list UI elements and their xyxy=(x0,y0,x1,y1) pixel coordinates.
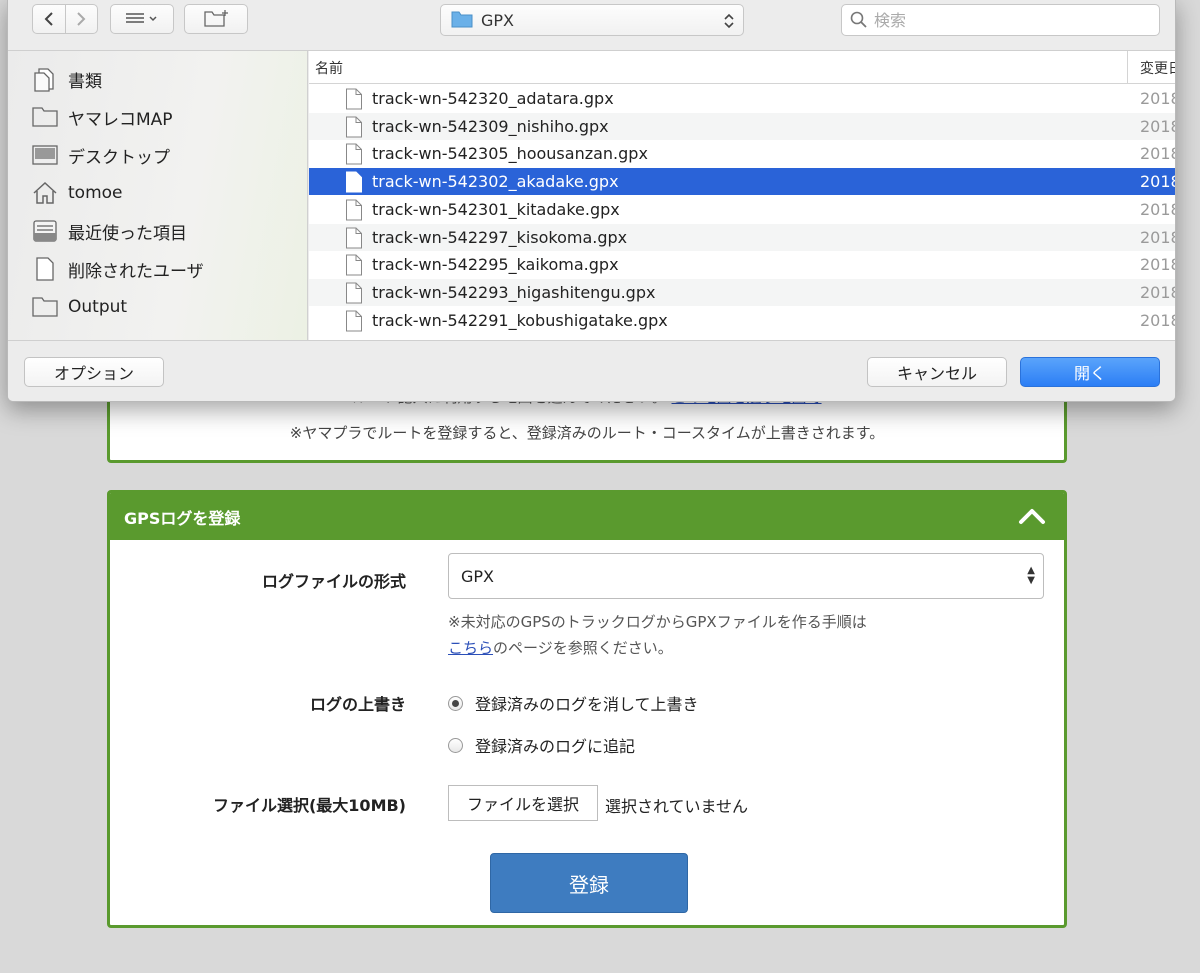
radio-overwrite[interactable]: 登録済みのログを消して上書き xyxy=(448,691,699,715)
list-view-icon xyxy=(126,13,157,23)
file-name: track-wn-542320_adatara.gpx xyxy=(372,89,614,108)
dialog-toolbar: GPX xyxy=(8,0,1175,51)
file-name: track-wn-542305_hoousanzan.gpx xyxy=(372,144,648,164)
back-button[interactable] xyxy=(33,5,65,33)
format-help-text: ※未対応のGPSのトラックログからGPXファイルを作る手順は こちらのページを参… xyxy=(448,613,867,657)
file-name: track-wn-542293_higashitengu.gpx xyxy=(372,282,656,302)
overwrite-label: ログの上書き xyxy=(309,695,406,714)
gps-panel-title: GPSログを登録 xyxy=(124,508,241,528)
file-date: 2018 xyxy=(1140,172,1175,192)
submit-button[interactable]: 登録 xyxy=(490,853,688,913)
file-icon xyxy=(346,143,362,165)
radio-append[interactable]: 登録済みのログに追記 xyxy=(448,733,635,757)
dialog-sidebar: 書類 ヤマレコMAP デスクトップ tomoe 最近使った項目 削除されたユーザ… xyxy=(8,51,308,340)
search-icon xyxy=(850,11,867,28)
view-mode-button[interactable] xyxy=(110,4,174,34)
file-row[interactable]: track-wn-542295_kaikoma.gpx 2018 xyxy=(309,251,1175,278)
file-icon xyxy=(346,310,362,332)
chevron-left-icon xyxy=(44,12,53,26)
home-icon xyxy=(33,181,57,204)
gps-log-panel: GPSログを登録 ログファイルの形式 GPX ▲ ▼ ※未対応のGPSのトラックロ… xyxy=(107,490,1067,928)
file-row[interactable]: track-wn-542309_nishiho.gpx 2018 xyxy=(309,112,1175,140)
document-icon xyxy=(36,257,54,281)
new-folder-button[interactable] xyxy=(184,4,248,34)
file-row[interactable]: track-wn-542320_adatara.gpx 2018 xyxy=(309,85,1175,112)
desktop-icon xyxy=(32,145,58,165)
updown-arrows-icon: ▲ ▼ xyxy=(1027,565,1035,586)
log-format-select[interactable]: GPX ▲ ▼ xyxy=(448,553,1044,599)
radio-overwrite-control[interactable] xyxy=(448,695,463,711)
file-name: track-wn-542302_akadake.gpx xyxy=(372,172,619,192)
file-select-label: ファイル選択(最大10MB) xyxy=(212,796,406,815)
file-name: track-wn-542291_kobushigatake.gpx xyxy=(372,310,668,330)
file-row[interactable]: track-wn-542301_kitadake.gpx 2018 xyxy=(309,196,1175,223)
file-status-text: 選択されていません xyxy=(605,797,749,816)
dialog-footer: オプション キャンセル 開く xyxy=(8,340,1175,401)
file-date: 2018 xyxy=(1140,116,1175,136)
nav-buttons xyxy=(32,4,98,34)
updown-chevron-icon xyxy=(724,13,734,29)
sidebar-item-desktop[interactable]: デスクトップ xyxy=(32,140,170,170)
new-folder-icon xyxy=(204,10,228,27)
column-date[interactable]: 変更日 xyxy=(1127,51,1175,84)
file-row[interactable]: track-wn-542293_higashitengu.gpx 2018 xyxy=(309,278,1175,306)
location-select[interactable]: GPX xyxy=(440,4,744,36)
file-open-dialog: GPX 書類 ヤマレコMAP xyxy=(7,0,1176,402)
sidebar-item-yamareco-map[interactable]: ヤマレコMAP xyxy=(32,102,173,132)
file-row[interactable]: track-wn-542297_kisokoma.gpx 2018 xyxy=(309,223,1175,251)
file-date: 2018 xyxy=(1140,89,1175,108)
file-name: track-wn-542297_kisokoma.gpx xyxy=(372,227,628,247)
location-name: GPX xyxy=(481,10,515,30)
sidebar-item-deleted-users[interactable]: 削除されたユーザ xyxy=(32,254,204,284)
file-row[interactable]: track-wn-542302_akadake.gpx 2018 xyxy=(309,168,1175,196)
search-input[interactable] xyxy=(874,10,1134,30)
file-date: 2018 xyxy=(1140,227,1175,247)
file-icon xyxy=(346,227,362,248)
file-icon xyxy=(346,116,362,138)
file-date: 2018 xyxy=(1140,144,1175,164)
document-icon xyxy=(34,68,54,92)
file-date: 2018 xyxy=(1140,255,1175,275)
column-name[interactable]: 名前 xyxy=(315,58,343,78)
file-icon xyxy=(346,171,362,193)
overwrite-note: ※ヤマプラでルートを登録すると、登録済みのルート・コースタイムが上書きされます。 xyxy=(289,424,885,442)
file-icon xyxy=(346,88,362,110)
search-box xyxy=(841,4,1160,36)
file-icon xyxy=(346,282,362,304)
file-icon xyxy=(346,199,362,221)
log-format-value: GPX xyxy=(461,566,495,586)
folder-icon xyxy=(32,297,58,317)
chevron-right-icon xyxy=(77,12,86,26)
options-button[interactable]: オプション xyxy=(24,357,164,387)
cancel-button[interactable]: キャンセル xyxy=(867,357,1007,387)
sidebar-item-output[interactable]: Output xyxy=(32,292,127,322)
column-header: 名前 変更日 xyxy=(309,51,1175,84)
file-name: track-wn-542309_nishiho.gpx xyxy=(372,116,609,136)
folder-icon xyxy=(451,11,473,28)
sidebar-item-home[interactable]: tomoe xyxy=(32,178,123,208)
chevron-up-icon[interactable] xyxy=(1018,505,1046,527)
file-name: track-wn-542295_kaikoma.gpx xyxy=(372,255,619,275)
folder-icon xyxy=(32,107,58,127)
choose-file-button[interactable]: ファイルを選択 xyxy=(448,785,598,821)
file-date: 2018 xyxy=(1140,199,1175,219)
sidebar-item-documents[interactable]: 書類 xyxy=(32,64,102,94)
file-date: 2018 xyxy=(1140,310,1175,330)
recents-icon xyxy=(33,220,57,242)
file-row[interactable]: track-wn-542305_hoousanzan.gpx 2018 xyxy=(309,140,1175,167)
sidebar-item-recents[interactable]: 最近使った項目 xyxy=(32,216,187,246)
radio-append-control[interactable] xyxy=(448,737,463,753)
help-link[interactable]: こちら xyxy=(448,639,493,657)
forward-button[interactable] xyxy=(64,5,98,33)
file-list: 名前 変更日 track-wn-542320_adatara.gpx2018tr… xyxy=(309,51,1175,340)
file-icon xyxy=(346,254,362,276)
file-row[interactable]: track-wn-542291_kobushigatake.gpx 2018 xyxy=(309,307,1175,334)
log-format-label: ログファイルの形式 xyxy=(261,572,406,591)
gps-panel-header[interactable]: GPSログを登録 xyxy=(110,493,1064,540)
file-date: 2018 xyxy=(1140,282,1175,302)
file-name: track-wn-542301_kitadake.gpx xyxy=(372,199,620,219)
open-button[interactable]: 開く xyxy=(1020,357,1160,387)
